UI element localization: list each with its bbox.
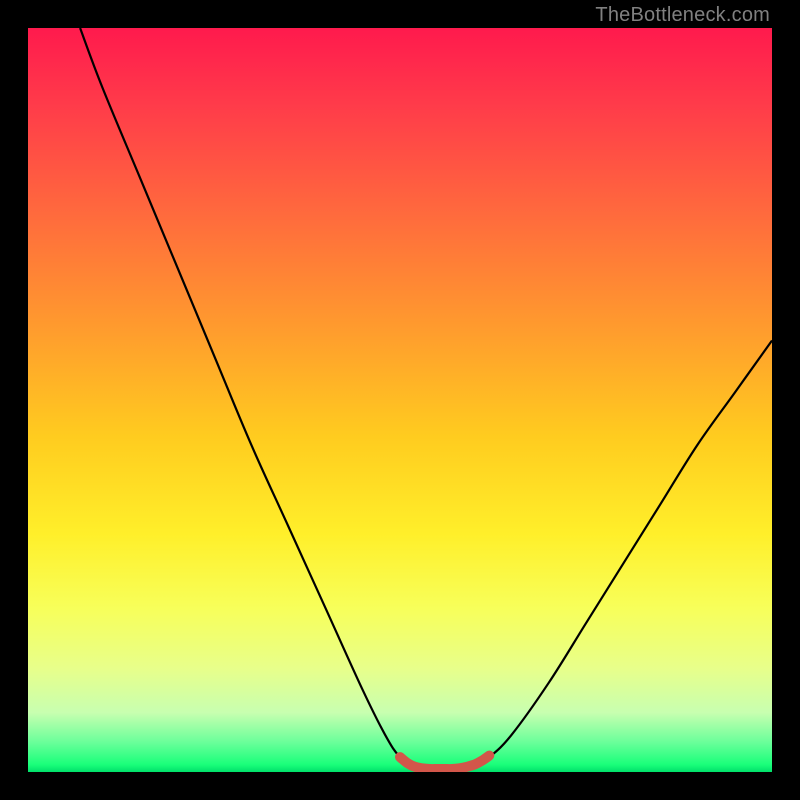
chart-svg — [28, 28, 772, 772]
bottleneck-curve — [80, 28, 772, 769]
chart-frame: TheBottleneck.com — [0, 0, 800, 800]
plot-area — [28, 28, 772, 772]
watermark-text: TheBottleneck.com — [595, 4, 770, 27]
optimal-zone-marker — [400, 756, 489, 769]
